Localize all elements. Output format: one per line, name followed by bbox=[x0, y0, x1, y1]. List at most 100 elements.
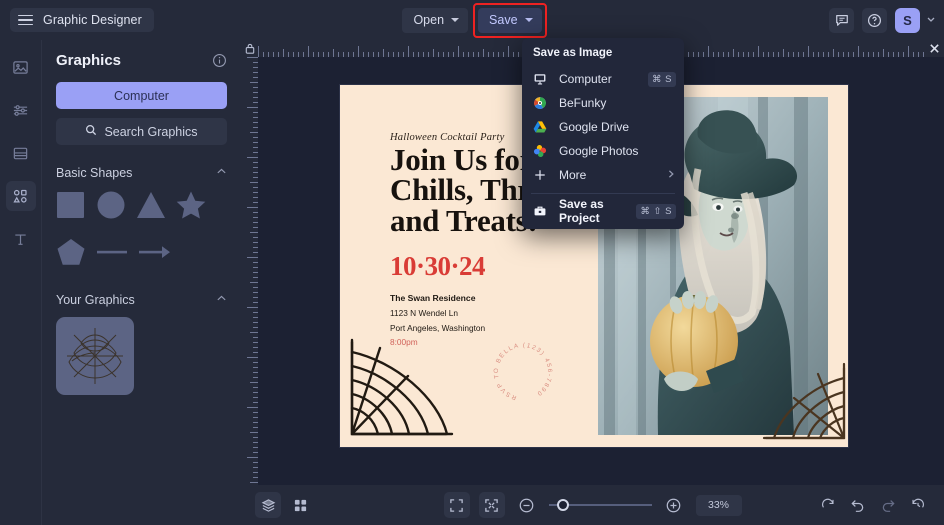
ruler-tick bbox=[253, 177, 258, 178]
ruler-tick bbox=[473, 52, 474, 57]
ruler-tick bbox=[803, 52, 804, 57]
section-your-graphics-header[interactable]: Your Graphics bbox=[56, 293, 227, 307]
zoom-value[interactable]: 33% bbox=[695, 494, 742, 516]
shape-triangle[interactable] bbox=[136, 190, 166, 225]
ruler-tick bbox=[308, 46, 309, 57]
befunky-logo-icon bbox=[533, 96, 550, 110]
ruler-tick bbox=[723, 52, 724, 57]
shape-arrow[interactable] bbox=[138, 237, 170, 272]
ruler-tick bbox=[250, 232, 258, 233]
menu-item-google-drive[interactable]: Google Drive bbox=[522, 115, 684, 139]
design-spiderweb-bottom-left[interactable] bbox=[350, 338, 454, 441]
avatar[interactable]: S bbox=[895, 7, 920, 33]
shape-square[interactable] bbox=[56, 190, 86, 225]
expand-icon[interactable] bbox=[443, 492, 470, 518]
history-icon[interactable] bbox=[905, 492, 931, 518]
ruler-tick bbox=[253, 412, 258, 413]
ruler-tick bbox=[253, 272, 258, 273]
rail-item-graphics[interactable] bbox=[5, 181, 36, 211]
ruler-tick bbox=[253, 352, 258, 353]
ruler-tick bbox=[247, 57, 258, 58]
ruler-tick bbox=[343, 52, 344, 57]
fit-to-screen-icon[interactable] bbox=[478, 492, 505, 518]
help-icon[interactable] bbox=[862, 7, 887, 33]
ruler-tick bbox=[253, 262, 258, 263]
ruler-tick bbox=[773, 52, 774, 57]
shape-pentagon[interactable] bbox=[56, 237, 86, 272]
ruler-tick bbox=[263, 52, 264, 57]
rail-item-text[interactable] bbox=[6, 224, 36, 254]
ruler-tick bbox=[753, 52, 754, 57]
redo-icon[interactable] bbox=[875, 492, 901, 518]
ruler-tick bbox=[378, 52, 379, 57]
ruler-tick bbox=[253, 217, 258, 218]
rail-item-templates[interactable] bbox=[6, 138, 36, 168]
rail-item-edit[interactable] bbox=[6, 95, 36, 125]
computer-upload-button[interactable]: Computer bbox=[56, 82, 227, 109]
ruler-tick bbox=[708, 46, 709, 57]
zoom-out-icon[interactable] bbox=[514, 492, 540, 518]
ruler-tick bbox=[253, 247, 258, 248]
bottom-bar: 33% bbox=[241, 485, 944, 525]
lock-icon[interactable] bbox=[241, 40, 258, 57]
ruler-tick bbox=[808, 46, 809, 57]
your-graphics-item-spiderweb[interactable] bbox=[56, 317, 134, 395]
chevron-down-icon[interactable] bbox=[926, 11, 936, 29]
section-basic-shapes-header[interactable]: Basic Shapes bbox=[56, 166, 227, 180]
zoom-in-icon[interactable] bbox=[661, 492, 687, 518]
ruler-tick bbox=[253, 312, 258, 313]
panel-title: Graphics bbox=[56, 52, 122, 69]
shape-star[interactable] bbox=[176, 190, 206, 225]
design-rsvp-seal[interactable]: RSVP TO BELLA (123) 456-7890 bbox=[488, 337, 558, 407]
menu-item-computer[interactable]: Computer ⌘ S bbox=[522, 67, 684, 91]
ruler-tick bbox=[250, 82, 258, 83]
ruler-tick bbox=[438, 52, 439, 57]
chevron-up-icon[interactable] bbox=[216, 293, 227, 307]
ruler-tick bbox=[368, 52, 369, 57]
shape-line[interactable] bbox=[96, 237, 128, 272]
zoom-slider-track[interactable] bbox=[548, 498, 652, 511]
ruler-tick bbox=[748, 52, 749, 57]
ruler-tick bbox=[718, 52, 719, 57]
ruler-tick bbox=[247, 257, 258, 258]
ruler-tick bbox=[418, 52, 419, 57]
ruler-tick bbox=[493, 52, 494, 57]
rail-item-photo[interactable] bbox=[6, 52, 36, 82]
rotate-icon[interactable] bbox=[815, 492, 841, 518]
undo-icon[interactable] bbox=[845, 492, 871, 518]
search-graphics-label: Search Graphics bbox=[104, 124, 198, 139]
ruler-tick bbox=[738, 52, 739, 57]
ruler-tick bbox=[898, 52, 899, 57]
ruler-tick bbox=[448, 52, 449, 57]
ruler-tick bbox=[328, 52, 329, 57]
ruler-tick bbox=[253, 377, 258, 378]
close-icon[interactable] bbox=[925, 40, 944, 57]
ruler-tick bbox=[253, 437, 258, 438]
menu-item-befunky[interactable]: BeFunky bbox=[522, 91, 684, 115]
save-button[interactable]: Save bbox=[473, 2, 547, 38]
zoom-slider-handle[interactable] bbox=[556, 498, 569, 511]
ruler-tick bbox=[873, 52, 874, 57]
menu-item-more[interactable]: More bbox=[522, 163, 684, 187]
menu-item-save-as-project[interactable]: Save as Project ⌘ ⇧ S bbox=[522, 197, 684, 225]
ruler-tick bbox=[288, 52, 289, 57]
info-icon[interactable] bbox=[212, 53, 227, 68]
ruler-tick bbox=[253, 327, 258, 328]
menu-item-google-photos[interactable]: Google Photos bbox=[522, 139, 684, 163]
ruler-tick bbox=[778, 52, 779, 57]
ruler-tick bbox=[258, 46, 259, 57]
design-spiderweb-bottom-right[interactable] bbox=[760, 362, 846, 445]
ruler-tick bbox=[253, 192, 258, 193]
ruler-tick bbox=[703, 52, 704, 57]
shape-circle[interactable] bbox=[96, 190, 126, 225]
menu-item-label: BeFunky bbox=[559, 96, 607, 110]
search-graphics-button[interactable]: Search Graphics bbox=[56, 118, 227, 145]
chevron-up-icon[interactable] bbox=[216, 166, 227, 180]
ruler-tick bbox=[893, 52, 894, 57]
zoom-slider[interactable] bbox=[548, 498, 652, 511]
open-button[interactable]: Open bbox=[402, 7, 469, 33]
ruler-tick bbox=[253, 172, 258, 173]
design-date-text[interactable]: 10·30·24 bbox=[390, 251, 486, 282]
menu-divider bbox=[531, 193, 675, 194]
feedback-icon[interactable] bbox=[829, 7, 854, 33]
